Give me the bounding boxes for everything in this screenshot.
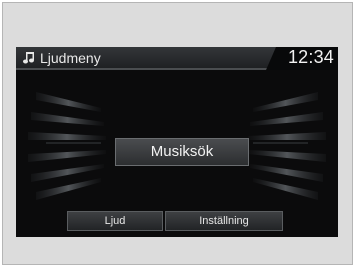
music-note-icon [23, 51, 35, 64]
audio-menu-screen: Ljudmeny 12:34 Musiksök Ljud Inställning [16, 47, 338, 237]
settings-button[interactable]: Inställning [165, 211, 283, 231]
music-search-button[interactable]: Musiksök [115, 138, 249, 166]
clock-area: 12:34 [266, 47, 338, 70]
page-title: Ljudmeny [40, 50, 101, 66]
clock-display: 12:34 [287, 47, 334, 67]
sound-button[interactable]: Ljud [67, 211, 163, 231]
